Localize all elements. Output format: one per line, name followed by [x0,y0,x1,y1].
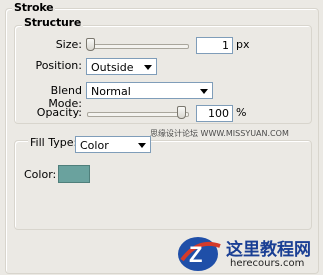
position-label: Position: [35,59,82,72]
structure-title: Structure [22,16,84,29]
logo-title: 这里教程网 [226,240,311,260]
fill-type-select[interactable]: Color [75,136,151,153]
color-swatch[interactable] [58,165,90,183]
opacity-unit-label: % [236,106,247,119]
position-select[interactable]: Outside [86,58,157,75]
size-input[interactable]: 1 [196,37,233,54]
stroke-title: Stroke [12,1,56,14]
color-label: Color: [24,168,57,181]
logo-icon: Z [178,237,221,271]
opacity-slider-track[interactable] [87,112,189,117]
opacity-label: Opacity: [36,106,82,119]
blend-mode-select-value: Normal [91,85,131,98]
chevron-down-icon [144,65,152,70]
size-slider-thumb[interactable] [86,38,95,51]
position-select-value: Outside [91,61,134,74]
opacity-input[interactable]: 100 [196,105,233,122]
blend-mode-select[interactable]: Normal [86,82,213,99]
size-label: Size: [55,38,82,51]
fill-groupbox [14,140,312,230]
logo-url: herecours.com [230,258,305,269]
svg-text:Z: Z [189,242,202,267]
size-slider-track[interactable] [87,44,189,49]
size-unit-label: px [236,38,250,51]
site-logo: Z 这里教程网 herecours.com [176,234,322,274]
opacity-slider-thumb[interactable] [177,106,186,119]
chevron-down-icon [138,143,146,148]
watermark-text: 思缘设计论坛 WWW.MISSYUAN.COM [150,129,289,138]
fill-type-label: Fill Type: [28,136,80,149]
chevron-down-icon [200,89,208,94]
fill-type-select-value: Color [80,139,109,152]
